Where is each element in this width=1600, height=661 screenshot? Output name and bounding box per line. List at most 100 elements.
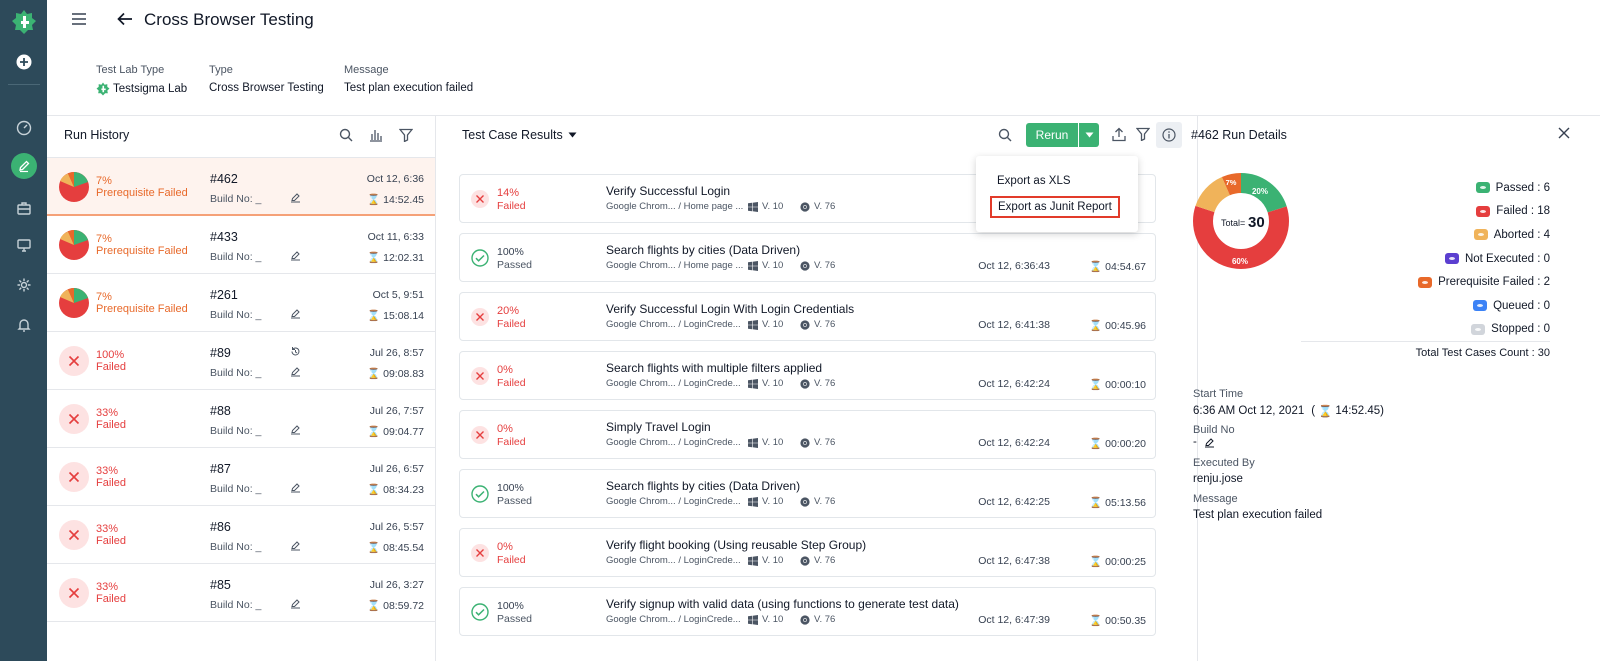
close-icon[interactable] — [1558, 127, 1570, 139]
os-version: V. 10 — [762, 319, 784, 330]
run-history-header: Run History — [47, 116, 435, 158]
edit-build-icon[interactable] — [290, 250, 301, 261]
case-title[interactable]: Verify Successful Login With Login Crede… — [606, 302, 854, 316]
rerun-button[interactable]: Rerun — [1026, 123, 1078, 147]
edit-icon[interactable] — [11, 153, 37, 179]
failed-icon — [471, 426, 489, 444]
settings-icon[interactable] — [11, 272, 37, 298]
edit-build-icon[interactable] — [290, 482, 301, 493]
executed-by-value: renju.jose — [1193, 473, 1243, 485]
search-icon[interactable] — [339, 128, 353, 142]
run-row[interactable]: 33% Failed #85 Build No: _ Jul 26, 3:27 … — [47, 564, 435, 622]
case-title[interactable]: Simply Travel Login — [606, 420, 711, 434]
legend-not-executed[interactable]: Not Executed : 0 — [1418, 247, 1550, 271]
legend-prerequisite-failed[interactable]: Prerequisite Failed : 2 — [1418, 270, 1550, 294]
case-pass-percent: 100% — [497, 482, 524, 494]
case-env: Google Chrom... / LoginCrede... — [606, 378, 741, 389]
duration-value: 08:45.54 — [383, 541, 424, 554]
test-case-row[interactable]: 100% Passed Search flights by cities (Da… — [459, 469, 1156, 518]
test-lab-type-value: Testsigma Lab — [113, 83, 188, 95]
type-value: Cross Browser Testing — [209, 82, 324, 94]
edit-build-icon[interactable] — [290, 308, 301, 319]
run-row[interactable]: 7% Prerequisite Failed #462 Build No: _ … — [47, 158, 435, 216]
browser-info: V. 76 — [800, 496, 835, 507]
run-date: Oct 11, 6:33 — [367, 231, 424, 243]
run-date: Jul 26, 8:57 — [369, 347, 424, 359]
back-arrow-icon[interactable] — [117, 12, 133, 31]
run-date: Jul 26, 3:27 — [369, 579, 424, 591]
test-case-row[interactable]: 0% Failed Verify flight booking (Using r… — [459, 528, 1156, 577]
duration-value: 00:00:20 — [1105, 437, 1146, 450]
test-case-results-dropdown[interactable]: Test Case Results — [462, 128, 577, 142]
run-build-no: Build No: _ — [210, 251, 262, 263]
case-title[interactable]: Verify signup with valid data (using fun… — [606, 597, 959, 611]
test-case-row[interactable]: 0% Failed Simply Travel Login Google Chr… — [459, 410, 1156, 459]
filter-icon[interactable] — [399, 128, 413, 142]
search-icon[interactable] — [998, 128, 1012, 142]
test-case-row[interactable]: 0% Failed Search flights with multiple f… — [459, 351, 1156, 400]
run-row[interactable]: 7% Prerequisite Failed #433 Build No: _ … — [47, 216, 435, 274]
case-title[interactable]: Verify Successful Login — [606, 184, 730, 198]
legend-passed[interactable]: Passed : 6 — [1418, 176, 1550, 200]
test-case-row[interactable]: 100% Passed Search flights by cities (Da… — [459, 233, 1156, 282]
os-version: V. 10 — [762, 614, 784, 625]
rerun-dropdown-button[interactable] — [1079, 123, 1099, 147]
edit-build-icon[interactable] — [290, 192, 301, 203]
windows-icon — [748, 201, 758, 212]
failed-icon — [59, 404, 89, 434]
monitor-icon[interactable] — [11, 232, 37, 258]
run-row[interactable]: 100% Failed #89 Build No: _ Jul 26, 8:57… — [47, 332, 435, 390]
edit-build-icon[interactable] — [290, 424, 301, 435]
run-row[interactable]: 33% Failed #88 Build No: _ Jul 26, 7:57 … — [47, 390, 435, 448]
run-build-no: Build No: _ — [210, 425, 262, 437]
case-status: Failed — [497, 377, 526, 389]
browser-version: V. 76 — [814, 319, 836, 330]
case-title[interactable]: Search flights by cities (Data Driven) — [606, 479, 800, 493]
run-row[interactable]: 33% Failed #86 Build No: _ Jul 26, 5:57 … — [47, 506, 435, 564]
run-row[interactable]: 33% Failed #87 Build No: _ Jul 26, 6:57 … — [47, 448, 435, 506]
edit-build-icon[interactable] — [290, 540, 301, 551]
export-junit-option[interactable]: Export as Junit Report — [990, 196, 1120, 218]
case-title[interactable]: Search flights by cities (Data Driven) — [606, 243, 800, 257]
export-xls-option[interactable]: Export as XLS — [997, 175, 1071, 187]
case-duration: ⌛ 00:00:25 — [1089, 555, 1146, 569]
filter-icon[interactable] — [1136, 127, 1150, 141]
case-date: Oct 12, 6:36:43 — [978, 260, 1050, 272]
eye-icon — [1418, 276, 1433, 288]
legend-queued[interactable]: Queued : 0 — [1418, 294, 1550, 318]
run-duration: ⌛ 15:08.14 — [367, 309, 424, 323]
edit-build-icon[interactable] — [1204, 437, 1215, 448]
legend-failed[interactable]: Failed : 18 — [1418, 200, 1550, 224]
dashboard-icon[interactable] — [11, 115, 37, 141]
rerun-history-icon[interactable] — [290, 346, 301, 357]
test-case-row[interactable]: 20% Failed Verify Successful Login With … — [459, 292, 1156, 341]
os-info: V. 10 — [748, 319, 783, 330]
export-upload-icon[interactable] — [1112, 127, 1126, 142]
legend-aborted[interactable]: Aborted : 4 — [1418, 223, 1550, 247]
case-duration: ⌛ 00:00:20 — [1089, 437, 1146, 451]
duration-value: 09:08.83 — [383, 367, 424, 380]
edit-build-icon[interactable] — [290, 366, 301, 377]
os-info: V. 10 — [748, 378, 783, 389]
testsigma-logo-icon[interactable] — [11, 9, 37, 35]
case-status: Failed — [497, 436, 526, 448]
run-date: Oct 12, 6:36 — [366, 173, 424, 185]
case-title[interactable]: Verify flight booking (Using reusable St… — [606, 538, 866, 552]
case-pass-percent: 100% — [497, 600, 524, 612]
bell-icon[interactable] — [11, 312, 37, 338]
case-env: Google Chrom... / LoginCrede... — [606, 555, 741, 566]
test-case-row[interactable]: 100% Passed Verify signup with valid dat… — [459, 587, 1156, 636]
case-status: Failed — [497, 554, 526, 566]
menu-icon[interactable] — [71, 12, 87, 31]
run-build-no: Build No: _ — [210, 483, 262, 495]
hourglass-icon: ⌛ — [367, 368, 381, 380]
edit-build-icon[interactable] — [290, 598, 301, 609]
duration-value: 05:13.56 — [1105, 496, 1146, 509]
case-title[interactable]: Search flights with multiple filters app… — [606, 361, 822, 375]
briefcase-icon[interactable] — [11, 195, 37, 221]
case-pass-percent: 100% — [497, 246, 524, 258]
bar-chart-icon[interactable] — [369, 128, 383, 142]
run-row[interactable]: 7% Prerequisite Failed #261 Build No: _ … — [47, 274, 435, 332]
add-icon[interactable] — [11, 49, 37, 75]
legend-stopped[interactable]: Stopped : 0 — [1418, 318, 1550, 342]
